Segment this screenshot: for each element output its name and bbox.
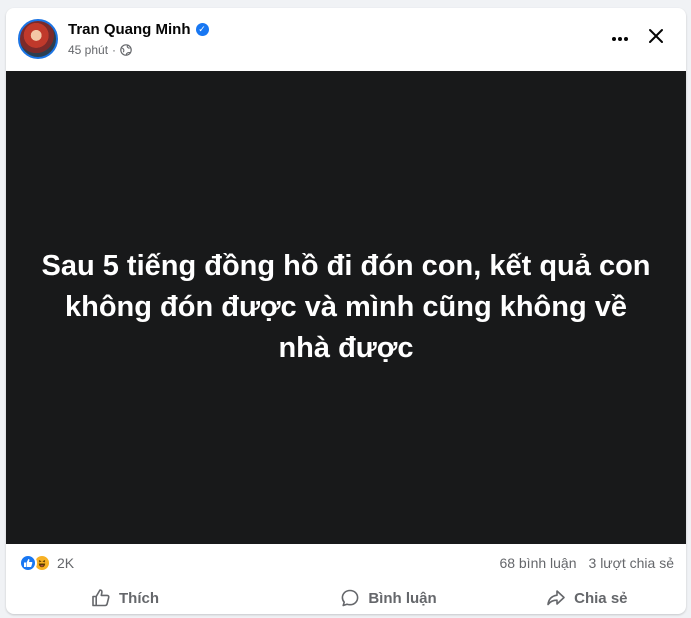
verified-badge-icon: ✓ bbox=[195, 23, 209, 36]
comment-label: Bình luận bbox=[368, 589, 437, 607]
share-icon bbox=[547, 590, 565, 606]
close-button[interactable] bbox=[642, 24, 670, 52]
reaction-count: 2K bbox=[57, 555, 75, 571]
share-count-link[interactable]: 3 lượt chia sẻ bbox=[589, 555, 674, 571]
post-action-bar: Thích Bình luận Chia sẻ bbox=[6, 582, 686, 614]
like-reaction-icon bbox=[19, 554, 37, 572]
reactions-summary[interactable]: 2K bbox=[19, 554, 74, 572]
author-name-row: Tran Quang Minh ✓ bbox=[68, 21, 209, 38]
comment-button[interactable]: Bình luận bbox=[289, 582, 487, 614]
engagement-counts: 68 bình luận 3 lượt chia sẻ bbox=[499, 555, 674, 571]
post-card: Tran Quang Minh ✓ 45 phút · Sau 5 tiếng … bbox=[6, 8, 686, 614]
post-stats: 2K 68 bình luận 3 lượt chia sẻ bbox=[6, 544, 686, 582]
author-name[interactable]: Tran Quang Minh bbox=[68, 21, 191, 38]
post-image-text: Sau 5 tiếng đồng hồ đi đón con, kết quả … bbox=[41, 250, 651, 364]
post-timestamp[interactable]: 45 phút bbox=[68, 43, 108, 57]
globe-icon[interactable] bbox=[120, 44, 132, 56]
post-header: Tran Quang Minh ✓ 45 phút · bbox=[6, 8, 686, 71]
meta-separator: · bbox=[112, 43, 117, 57]
post-meta: 45 phút · bbox=[68, 43, 132, 57]
post-image[interactable]: Sau 5 tiếng đồng hồ đi đón con, kết quả … bbox=[6, 71, 686, 544]
close-icon bbox=[648, 28, 664, 49]
share-label: Chia sẻ bbox=[574, 589, 628, 607]
comment-icon bbox=[341, 589, 359, 607]
more-icon bbox=[611, 29, 629, 47]
share-button[interactable]: Chia sẻ bbox=[488, 582, 686, 614]
author-avatar[interactable] bbox=[18, 19, 58, 59]
like-button[interactable]: Thích bbox=[6, 582, 289, 614]
like-icon bbox=[92, 589, 110, 607]
more-options-button[interactable] bbox=[607, 28, 633, 48]
comment-count-link[interactable]: 68 bình luận bbox=[499, 555, 576, 571]
like-label: Thích bbox=[119, 589, 159, 607]
